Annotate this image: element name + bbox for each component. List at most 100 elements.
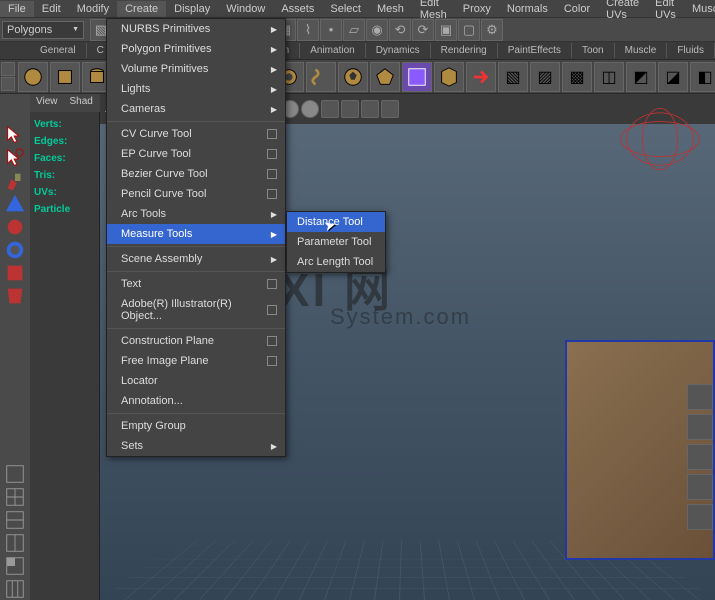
- menu-create[interactable]: Create: [117, 1, 166, 17]
- rotate-tool-icon[interactable]: [1, 216, 29, 238]
- shelf-tab-muscle[interactable]: Muscle: [615, 43, 668, 58]
- vp-icon-10[interactable]: [301, 100, 319, 118]
- right-tool-3[interactable]: [687, 444, 713, 470]
- scale-tool-icon[interactable]: [1, 239, 29, 261]
- option-box-icon[interactable]: [267, 305, 277, 315]
- option-box-icon[interactable]: [267, 336, 277, 346]
- create-menu-annotation-[interactable]: Annotation...: [107, 391, 285, 411]
- right-tool-1[interactable]: [687, 384, 713, 410]
- vp-icon-13[interactable]: [361, 100, 379, 118]
- shelf-combine-icon[interactable]: ◩: [626, 62, 656, 92]
- shelf-sphere-icon[interactable]: [18, 62, 48, 92]
- shelf-tab-fluids[interactable]: Fluids: [667, 43, 715, 58]
- create-menu-lights[interactable]: Lights▶: [107, 79, 285, 99]
- shelf-cube-icon[interactable]: [50, 62, 80, 92]
- shelf-separate-icon[interactable]: ◪: [658, 62, 688, 92]
- render-settings-icon[interactable]: ⚙: [481, 19, 503, 41]
- create-menu-arc-tools[interactable]: Arc Tools▶: [107, 204, 285, 224]
- layout-2-icon[interactable]: [1, 486, 29, 508]
- create-menu-sets[interactable]: Sets▶: [107, 436, 285, 456]
- layout-5-icon[interactable]: [1, 555, 29, 577]
- hud-tab-view[interactable]: View: [30, 94, 64, 112]
- menu-proxy[interactable]: Proxy: [455, 1, 499, 17]
- hud-tab-shading[interactable]: Shad: [64, 94, 99, 112]
- shelf-tab-toon[interactable]: Toon: [572, 43, 615, 58]
- vp-icon-12[interactable]: [341, 100, 359, 118]
- snap-point-icon[interactable]: •: [320, 19, 342, 41]
- snap-live-icon[interactable]: ◉: [366, 19, 388, 41]
- menu-select[interactable]: Select: [322, 1, 369, 17]
- create-menu-free-image-plane[interactable]: Free Image Plane: [107, 351, 285, 371]
- create-menu-empty-group[interactable]: Empty Group: [107, 416, 285, 436]
- create-menu-locator[interactable]: Locator: [107, 371, 285, 391]
- shelf-helix-icon[interactable]: [306, 62, 336, 92]
- create-menu-cv-curve-tool[interactable]: CV Curve Tool: [107, 124, 285, 144]
- submenu-distance-tool[interactable]: Distance Tool: [287, 212, 385, 232]
- option-box-icon[interactable]: [267, 129, 277, 139]
- manip-tool-icon[interactable]: [1, 262, 29, 284]
- shelf-type-icon[interactable]: [402, 62, 432, 92]
- create-menu-pencil-curve-tool[interactable]: Pencil Curve Tool: [107, 184, 285, 204]
- menu-mesh[interactable]: Mesh: [369, 1, 412, 17]
- shelf-tab-painteffects[interactable]: PaintEffects: [498, 43, 572, 58]
- menu-edit-uvs[interactable]: Edit UVs: [647, 0, 684, 23]
- option-box-icon[interactable]: [267, 169, 277, 179]
- shelf-tab-general[interactable]: General: [30, 43, 87, 58]
- menu-window[interactable]: Window: [218, 1, 273, 17]
- shelf-bridge-icon[interactable]: ▩: [562, 62, 592, 92]
- menu-assets[interactable]: Assets: [273, 1, 322, 17]
- shelf-arrow-icon[interactable]: [466, 62, 496, 92]
- menu-create-uvs[interactable]: Create UVs: [598, 0, 647, 23]
- shelf-tab-rendering[interactable]: Rendering: [431, 43, 498, 58]
- option-box-icon[interactable]: [267, 189, 277, 199]
- menu-modify[interactable]: Modify: [69, 1, 117, 17]
- ipr-icon[interactable]: ▢: [458, 19, 480, 41]
- shelf-mini-2[interactable]: [1, 77, 15, 91]
- create-menu-cameras[interactable]: Cameras▶: [107, 99, 285, 119]
- layout-3-icon[interactable]: [1, 509, 29, 531]
- create-menu-bezier-curve-tool[interactable]: Bezier Curve Tool: [107, 164, 285, 184]
- layout-4-icon[interactable]: [1, 532, 29, 554]
- option-box-icon[interactable]: [267, 356, 277, 366]
- snap-plane-icon[interactable]: ▱: [343, 19, 365, 41]
- shelf-extrude-icon[interactable]: ▧: [498, 62, 528, 92]
- shelf-sculpt-icon[interactable]: [434, 62, 464, 92]
- shelf-soccer-icon[interactable]: [338, 62, 368, 92]
- menu-muscle[interactable]: Muscle: [684, 1, 715, 17]
- create-menu-scene-assembly[interactable]: Scene Assembly▶: [107, 249, 285, 269]
- menu-edit[interactable]: Edit: [34, 1, 69, 17]
- mode-dropdown[interactable]: Polygons: [2, 21, 84, 39]
- layout-1-icon[interactable]: [1, 463, 29, 485]
- menu-display[interactable]: Display: [166, 1, 218, 17]
- shelf-tab-animation[interactable]: Animation: [300, 43, 365, 58]
- create-menu-text[interactable]: Text: [107, 274, 285, 294]
- shelf-platonic-icon[interactable]: [370, 62, 400, 92]
- shelf-tab-dynamics[interactable]: Dynamics: [366, 43, 431, 58]
- create-menu-measure-tools[interactable]: Measure Tools▶: [107, 224, 285, 244]
- soft-tool-icon[interactable]: [1, 285, 29, 307]
- select-tool-icon[interactable]: [1, 124, 29, 146]
- create-menu-ep-curve-tool[interactable]: EP Curve Tool: [107, 144, 285, 164]
- create-menu-volume-primitives[interactable]: Volume Primitives▶: [107, 59, 285, 79]
- right-tool-5[interactable]: [687, 504, 713, 530]
- menu-normals[interactable]: Normals: [499, 1, 556, 17]
- option-box-icon[interactable]: [267, 149, 277, 159]
- right-tool-4[interactable]: [687, 474, 713, 500]
- option-box-icon[interactable]: [267, 279, 277, 289]
- create-menu-construction-plane[interactable]: Construction Plane: [107, 331, 285, 351]
- shelf-bevel-icon[interactable]: ▨: [530, 62, 560, 92]
- create-menu-adobe-r-illustrator-r-object-[interactable]: Adobe(R) Illustrator(R) Object...: [107, 294, 285, 326]
- submenu-arc-length-tool[interactable]: Arc Length Tool: [287, 252, 385, 272]
- menu-color[interactable]: Color: [556, 1, 598, 17]
- lasso-tool-icon[interactable]: [1, 147, 29, 169]
- vp-icon-11[interactable]: [321, 100, 339, 118]
- create-menu-polygon-primitives[interactable]: Polygon Primitives▶: [107, 39, 285, 59]
- vp-icon-14[interactable]: [381, 100, 399, 118]
- history-on-icon[interactable]: ⟲: [389, 19, 411, 41]
- history-off-icon[interactable]: ⟳: [412, 19, 434, 41]
- paint-tool-icon[interactable]: [1, 170, 29, 192]
- shelf-smooth-icon[interactable]: ◧: [690, 62, 715, 92]
- create-menu-nurbs-primitives[interactable]: NURBS Primitives▶: [107, 19, 285, 39]
- snap-curve-icon[interactable]: ⌇: [297, 19, 319, 41]
- menu-file[interactable]: File: [0, 1, 34, 17]
